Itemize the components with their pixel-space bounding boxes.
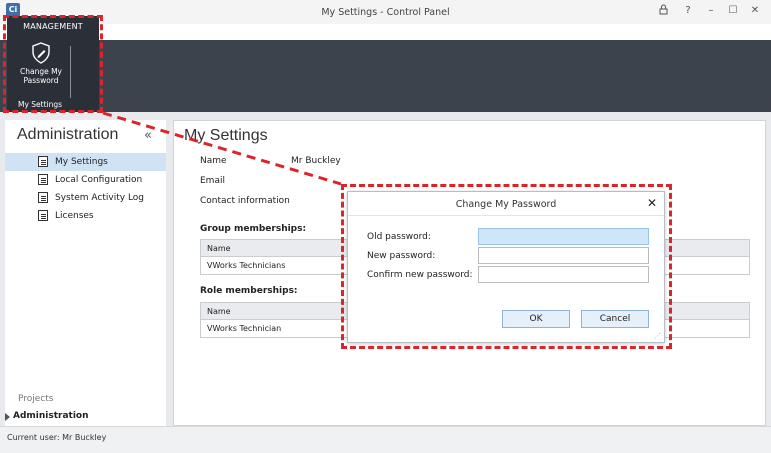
page-title: My Settings <box>184 127 268 144</box>
help-button[interactable]: ? <box>680 4 696 18</box>
ribbon-tab-strip <box>0 24 771 40</box>
sidebar-item-label: Licenses <box>55 211 94 221</box>
sidebar-item-licenses[interactable]: Licenses <box>5 207 166 225</box>
sidebar-item-my-settings[interactable]: My Settings <box>5 153 166 171</box>
name-label: Name <box>200 156 227 166</box>
sidebar: Administration « My Settings Local Confi… <box>5 120 166 426</box>
contact-information-label: Contact information <box>200 196 290 206</box>
nav-projects[interactable]: Projects <box>18 394 53 404</box>
sidebar-item-label: System Activity Log <box>55 193 145 203</box>
sidebar-title: Administration <box>17 126 119 143</box>
nav-administration[interactable]: Administration <box>13 411 89 421</box>
sidebar-item-label: My Settings <box>55 157 108 167</box>
title-bar: Ci My Settings - Control Panel ? – ☐ ✕ <box>0 0 771 24</box>
ribbon <box>0 40 771 112</box>
sidebar-item-local-configuration[interactable]: Local Configuration <box>5 171 166 189</box>
status-bar: Current user: Mr Buckley <box>0 426 771 453</box>
annotation-box-ribbon <box>3 15 103 113</box>
minimize-button[interactable]: – <box>703 4 719 18</box>
maximize-button[interactable]: ☐ <box>725 4 741 18</box>
settings-page-icon <box>38 156 48 167</box>
log-icon <box>38 192 48 203</box>
license-icon <box>38 210 48 221</box>
current-user-status: Current user: Mr Buckley <box>7 433 107 442</box>
email-label: Email <box>200 176 225 186</box>
group-memberships-heading: Group memberships: <box>200 224 307 234</box>
lock-icon[interactable] <box>655 4 671 18</box>
role-memberships-heading: Role memberships: <box>200 286 298 296</box>
name-value: Mr Buckley <box>291 156 341 166</box>
annotation-box-dialog <box>341 184 672 349</box>
sidebar-item-system-activity-log[interactable]: System Activity Log <box>5 189 166 207</box>
sidebar-item-label: Local Configuration <box>55 175 143 185</box>
collapse-sidebar-icon[interactable]: « <box>144 128 152 143</box>
close-button[interactable]: ✕ <box>747 4 763 18</box>
configuration-icon <box>38 174 48 185</box>
selected-marker-icon <box>5 413 10 421</box>
